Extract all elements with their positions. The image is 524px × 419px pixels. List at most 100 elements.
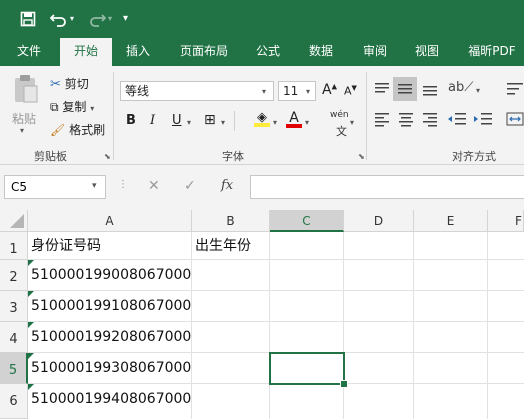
cell-b5[interactable] <box>192 353 270 384</box>
fill-color-dropdown-icon[interactable]: ▾ <box>273 118 277 127</box>
font-color-button[interactable]: A <box>286 110 302 128</box>
cell-e2[interactable] <box>414 260 488 291</box>
underline-dropdown-icon[interactable]: ▾ <box>187 118 191 127</box>
font-launcher-icon[interactable]: ⬊ <box>358 152 365 161</box>
cell-a2[interactable]: 510000199008067000 <box>28 260 192 291</box>
paste-button[interactable] <box>10 74 42 108</box>
copy-button[interactable]: ⧉ 复制 ▾ <box>50 98 94 115</box>
cell-a3[interactable]: 510000199108067000 <box>28 291 192 322</box>
cell-a6[interactable]: 510000199408067000 <box>28 384 192 419</box>
tab-home[interactable]: 开始 <box>60 38 112 66</box>
cell-c3[interactable] <box>270 291 344 322</box>
insert-function-icon[interactable]: fx <box>221 178 233 193</box>
align-middle-button[interactable] <box>393 77 417 101</box>
enter-icon[interactable]: ✓ <box>184 178 196 194</box>
wrap-text-button[interactable] <box>505 78 524 100</box>
align-right-button[interactable] <box>420 110 440 128</box>
align-center-button[interactable] <box>396 110 416 128</box>
underline-button[interactable]: U <box>172 113 182 128</box>
tab-formulas[interactable]: 公式 <box>248 38 288 66</box>
align-bottom-button[interactable] <box>420 80 440 98</box>
row-header-2[interactable]: 2 <box>0 260 28 291</box>
tab-review[interactable]: 审阅 <box>354 38 396 66</box>
cell-a1[interactable]: 身份证号码 <box>28 232 192 260</box>
row-header-5[interactable]: 5 <box>0 353 28 384</box>
cell-d2[interactable] <box>344 260 414 291</box>
redo-dropdown-icon[interactable]: ▾ <box>108 0 112 38</box>
undo-dropdown-icon[interactable]: ▾ <box>70 0 74 38</box>
cell-b2[interactable] <box>192 260 270 291</box>
cell-d4[interactable] <box>344 322 414 353</box>
cell-c4[interactable] <box>270 322 344 353</box>
align-left-button[interactable] <box>372 110 392 128</box>
name-box-dropdown-icon[interactable]: ▾ <box>92 181 97 191</box>
cell-a4[interactable]: 510000199208067000 <box>28 322 192 353</box>
column-header-e[interactable]: E <box>414 210 488 232</box>
decrease-font-size-button[interactable]: A▼ <box>344 84 357 98</box>
font-size-dropdown-icon[interactable]: ▾ <box>306 87 310 96</box>
column-header-c[interactable]: C <box>270 210 344 232</box>
cell-b3[interactable] <box>192 291 270 322</box>
format-painter-button[interactable]: 🖌 格式刷 <box>50 121 105 138</box>
cell-d1[interactable] <box>344 232 414 260</box>
row-header-1[interactable]: 1 <box>0 232 28 260</box>
cell-e4[interactable] <box>414 322 488 353</box>
row-header-3[interactable]: 3 <box>0 291 28 322</box>
cell-c6[interactable] <box>270 384 344 419</box>
name-box[interactable]: C5 <box>4 175 106 199</box>
customize-icon[interactable]: ▾ <box>123 0 128 38</box>
active-cell-selection[interactable] <box>269 352 345 385</box>
cell-f6[interactable] <box>488 384 524 419</box>
cell-a5[interactable]: 510000199308067000 <box>28 353 192 384</box>
font-name-dropdown-icon[interactable]: ▾ <box>262 87 266 96</box>
tab-insert[interactable]: 插入 <box>116 38 160 66</box>
increase-font-size-button[interactable]: A▲ <box>322 82 337 98</box>
cell-f3[interactable] <box>488 291 524 322</box>
orientation-button[interactable]: ab⟋ <box>448 80 473 95</box>
font-color-dropdown-icon[interactable]: ▾ <box>305 118 309 127</box>
increase-indent-button[interactable] <box>472 110 494 128</box>
cell-f1[interactable] <box>488 232 524 260</box>
cell-d3[interactable] <box>344 291 414 322</box>
save-icon[interactable] <box>20 0 36 41</box>
cell-f5[interactable] <box>488 353 524 384</box>
font-name-combo[interactable]: 等线 <box>120 81 274 101</box>
formula-input[interactable] <box>250 175 524 199</box>
cell-f2[interactable] <box>488 260 524 291</box>
phonetic-button[interactable]: wén <box>330 110 349 120</box>
column-header-d[interactable]: D <box>344 210 414 232</box>
cell-c1[interactable] <box>270 232 344 260</box>
cell-b1[interactable]: 出生年份 <box>192 232 270 260</box>
column-header-a[interactable]: A <box>28 210 192 232</box>
borders-button[interactable]: ⊞ <box>204 112 216 128</box>
row-header-6[interactable]: 6 <box>0 384 28 419</box>
phonetic-dropdown-icon[interactable]: ▾ <box>350 118 354 127</box>
cell-b4[interactable] <box>192 322 270 353</box>
fill-handle[interactable] <box>340 380 348 388</box>
cell-f4[interactable] <box>488 322 524 353</box>
cancel-icon[interactable]: ✕ <box>148 178 160 194</box>
fill-color-button[interactable]: ◈ <box>254 110 270 127</box>
tab-page-layout[interactable]: 页面布局 <box>172 38 236 66</box>
cell-d6[interactable] <box>344 384 414 419</box>
redo-icon[interactable] <box>88 0 107 41</box>
cell-e3[interactable] <box>414 291 488 322</box>
cell-c2[interactable] <box>270 260 344 291</box>
tab-view[interactable]: 视图 <box>406 38 448 66</box>
select-all-corner[interactable] <box>0 210 28 232</box>
tab-foxit-pdf[interactable]: 福昕PDF <box>460 38 524 66</box>
paste-dropdown-icon[interactable]: ▾ <box>20 126 24 135</box>
merge-center-button[interactable] <box>505 110 524 128</box>
clipboard-launcher-icon[interactable]: ⬊ <box>104 152 111 161</box>
italic-button[interactable]: I <box>150 113 155 128</box>
cell-b6[interactable] <box>192 384 270 419</box>
cell-d5[interactable] <box>344 353 414 384</box>
row-header-4[interactable]: 4 <box>0 322 28 353</box>
cut-button[interactable]: ✂ 剪切 <box>50 75 89 92</box>
decrease-indent-button[interactable] <box>446 110 468 128</box>
align-top-button[interactable] <box>372 80 392 98</box>
cell-e5[interactable] <box>414 353 488 384</box>
orientation-dropdown-icon[interactable]: ▾ <box>476 86 480 95</box>
bold-button[interactable]: B <box>126 113 136 128</box>
tab-data[interactable]: 数据 <box>300 38 342 66</box>
